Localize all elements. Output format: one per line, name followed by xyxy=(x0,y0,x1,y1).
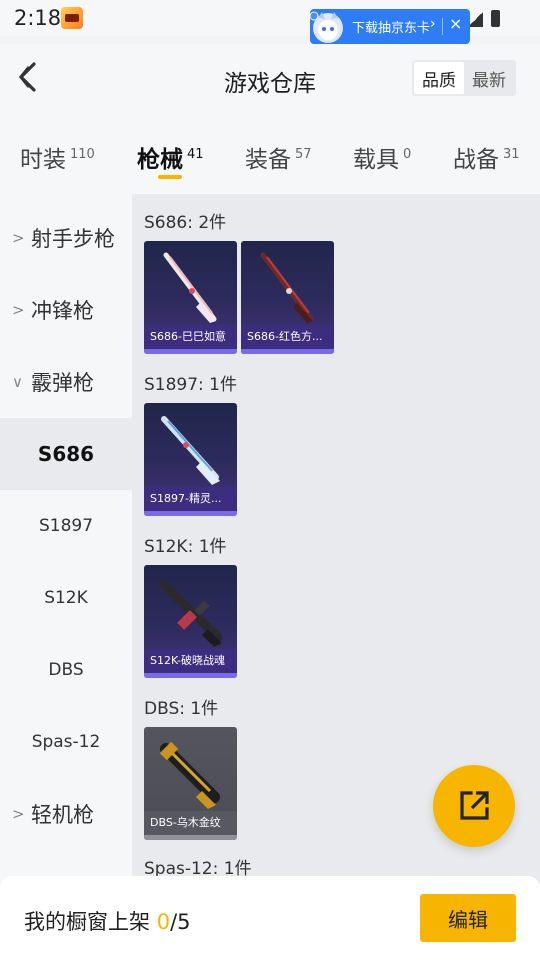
rarity-bar xyxy=(241,349,334,354)
sort-latest-button[interactable]: 最新 xyxy=(464,62,514,94)
sidebar-item-label: 霰弹枪 xyxy=(31,371,94,395)
shotgun-skin-icon xyxy=(163,252,217,323)
header: 游戏仓库 品质 最新 xyxy=(0,44,540,114)
rarity-bar xyxy=(144,349,237,354)
ad-close-icon[interactable]: × xyxy=(449,14,462,33)
sidebar-item-s12k[interactable]: S12K xyxy=(0,562,132,634)
sidebar-item-label: 冲锋枪 xyxy=(31,299,94,323)
shelf-total: /5 xyxy=(170,910,191,934)
tab-label: 战备 xyxy=(453,147,499,173)
tab-label: 时装 xyxy=(20,147,66,173)
mascot-icon xyxy=(309,11,343,43)
tab-equipment[interactable]: 装备 57 xyxy=(245,140,312,174)
shelf-count: 0 xyxy=(156,910,171,934)
rarity-bar xyxy=(144,511,237,516)
tab-count: 0 xyxy=(403,147,412,162)
item-name: S1897-精灵... xyxy=(144,487,237,511)
item-card-s12k-1[interactable]: S12K-破晓战魂 xyxy=(144,565,237,678)
ad-text: 下载抽京东卡 xyxy=(352,21,431,36)
tab-label: 载具 xyxy=(353,147,399,173)
tab-count: 41 xyxy=(187,147,204,162)
section-title-s686: S686: 2件 xyxy=(144,213,227,233)
sort-quality-button[interactable]: 品质 xyxy=(414,62,464,94)
sidebar-item-lmg[interactable]: > 轻机枪 xyxy=(0,778,132,850)
ad-chevron-icon: › xyxy=(430,16,436,32)
sidebar-item-smg[interactable]: > 冲锋枪 xyxy=(0,274,132,346)
battery-icon xyxy=(491,10,500,27)
share-external-icon xyxy=(460,791,489,820)
item-name: S12K-破晓战魂 xyxy=(144,649,237,673)
shelf-label-text: 我的橱窗上架 xyxy=(24,910,157,934)
signal-icon xyxy=(469,10,483,27)
showcase-shelf-status: 我的橱窗上架 0/5 xyxy=(24,906,191,936)
app-notification-icon xyxy=(61,7,83,29)
system-icons xyxy=(469,10,500,27)
app-screen: 2:18 下载抽京东卡 › × 游戏仓库 品质 最新 时装 110 枪械 41 … xyxy=(0,0,540,960)
item-card-s686-1[interactable]: S686-巳巳如意 xyxy=(144,241,237,354)
item-name: S686-巳巳如意 xyxy=(144,325,237,349)
chevron-right-icon: > xyxy=(12,805,25,823)
item-card-s1897-1[interactable]: S1897-精灵... xyxy=(144,403,237,516)
shotgun-skin-icon xyxy=(161,416,220,485)
sidebar-item-label: 轻机枪 xyxy=(31,803,94,827)
item-name: S686-红色方... xyxy=(241,325,334,349)
item-card-s686-2[interactable]: S686-红色方... xyxy=(241,241,334,354)
tab-count: 110 xyxy=(70,147,95,162)
shotgun-skin-icon xyxy=(159,580,223,647)
tab-label: 枪械 xyxy=(137,147,183,173)
sidebar-item-shotgun[interactable]: ∨ 霰弹枪 xyxy=(0,346,132,418)
sidebar-item-s1897[interactable]: S1897 xyxy=(0,490,132,562)
jd-ad-banner[interactable]: 下载抽京东卡 › × xyxy=(309,9,470,44)
tab-weapons[interactable]: 枪械 41 xyxy=(137,140,204,174)
share-fab-button[interactable] xyxy=(433,765,515,847)
chevron-right-icon: > xyxy=(12,301,25,319)
shotgun-skin-icon xyxy=(260,252,314,323)
tab-battle-gear[interactable]: 战备 31 xyxy=(453,140,520,174)
tab-vehicles[interactable]: 载具 0 xyxy=(353,140,411,174)
section-title-s1897: S1897: 1件 xyxy=(144,375,238,395)
tab-label: 装备 xyxy=(245,147,291,173)
bottom-bar: 我的橱窗上架 0/5 编辑 xyxy=(0,876,540,960)
category-tabs: 时装 110 枪械 41 装备 57 载具 0 战备 31 xyxy=(0,114,540,194)
active-tab-indicator xyxy=(158,175,182,179)
ad-divider xyxy=(442,18,443,35)
shotgun-skin-icon xyxy=(159,741,220,809)
status-time: 2:18 xyxy=(14,6,62,30)
edit-button[interactable]: 编辑 xyxy=(420,894,516,942)
section-title-dbs: DBS: 1件 xyxy=(144,699,219,719)
tab-count: 57 xyxy=(295,147,312,162)
section-title-s12k: S12K: 1件 xyxy=(144,537,227,557)
sort-toggle: 品质 最新 xyxy=(412,60,516,96)
chevron-down-icon: ∨ xyxy=(12,373,23,391)
item-card-dbs-1[interactable]: DBS-乌木金纹 xyxy=(144,727,237,840)
tab-fashion[interactable]: 时装 110 xyxy=(20,140,95,174)
chevron-right-icon: > xyxy=(12,229,25,247)
rarity-bar xyxy=(144,673,237,678)
weapon-type-sidebar: > 射手步枪 > 冲锋枪 ∨ 霰弹枪 S686 S1897 S12K DBS Spas… xyxy=(0,194,132,884)
sidebar-item-label: 射手步枪 xyxy=(31,227,115,251)
sidebar-item-marksman-rifle[interactable]: > 射手步枪 xyxy=(0,202,132,274)
sidebar-item-dbs[interactable]: DBS xyxy=(0,634,132,706)
sidebar-item-spas12[interactable]: Spas-12 xyxy=(0,706,132,778)
sidebar-item-s686[interactable]: S686 xyxy=(0,418,132,490)
tab-count: 31 xyxy=(503,147,520,162)
rarity-bar xyxy=(144,835,237,840)
item-name: DBS-乌木金纹 xyxy=(144,811,237,835)
